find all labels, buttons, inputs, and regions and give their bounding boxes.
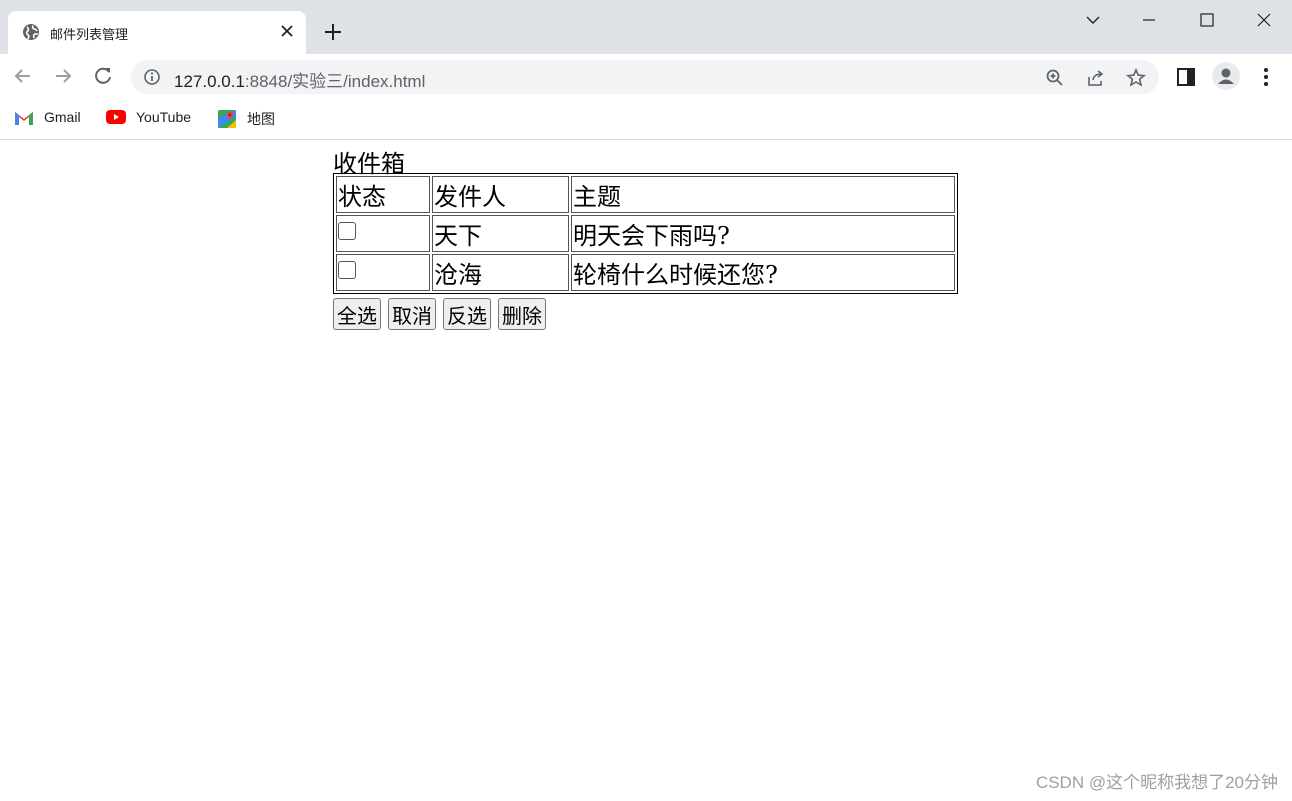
site-info-icon[interactable]: [143, 68, 161, 86]
watermark: CSDN @这个昵称我想了20分钟: [1035, 773, 1278, 792]
subject-cell: 明天会下雨吗?: [571, 215, 955, 252]
browser-tab[interactable]: 邮件列表管理: [8, 11, 306, 54]
profile-avatar[interactable]: [1212, 62, 1240, 90]
share-icon[interactable]: [1086, 68, 1106, 88]
person-icon: [1218, 68, 1234, 84]
cancel-button[interactable]: 取消: [388, 298, 436, 330]
browser-toolbar: 127.0.0.1:8848/实验三/index.html: [0, 54, 1292, 100]
bookmarks-bar: Gmail YouTube 地图: [0, 100, 1292, 140]
bookmark-maps[interactable]: 地图: [218, 108, 283, 130]
chevron-down-icon: [1086, 16, 1100, 24]
mail-table: 状态 发件人 主题 天下 明天会下雨吗? 沧海 轮椅什么时候还您?: [333, 173, 958, 294]
table-header-row: 状态 发件人 主题: [336, 176, 955, 213]
url-path: :8848/实验三/index.html: [244, 72, 426, 91]
bookmark-gmail[interactable]: Gmail: [14, 108, 89, 130]
youtube-icon: [106, 110, 126, 124]
globe-icon: [23, 24, 39, 40]
close-tab-icon[interactable]: [277, 21, 297, 41]
bookmark-label: YouTube: [136, 109, 192, 125]
table-row: 沧海 轮椅什么时候还您?: [336, 254, 955, 291]
tab-search-button[interactable]: [1070, 0, 1116, 40]
bookmark-label: 地图: [247, 111, 275, 127]
subject-cell: 轮椅什么时候还您?: [571, 254, 955, 291]
url-text[interactable]: 127.0.0.1:8848/实验三/index.html: [174, 67, 425, 92]
reload-icon[interactable]: [91, 64, 115, 88]
url-host: 127.0.0.1: [174, 72, 245, 91]
row-checkbox[interactable]: [338, 221, 356, 240]
bookmark-label: Gmail: [44, 109, 81, 125]
minimize-icon: [1143, 19, 1155, 21]
bookmark-star-icon[interactable]: [1126, 68, 1146, 88]
tab-title: 邮件列表管理: [50, 28, 129, 43]
sender-cell: 沧海: [432, 254, 569, 291]
row-checkbox[interactable]: [338, 260, 356, 279]
table-row: 天下 明天会下雨吗?: [336, 215, 955, 252]
address-bar[interactable]: 127.0.0.1:8848/实验三/index.html: [131, 60, 1159, 94]
bookmark-youtube[interactable]: YouTube: [106, 108, 201, 130]
status-cell: [336, 254, 430, 291]
gmail-icon: [15, 112, 33, 125]
tab-strip: 邮件列表管理: [0, 0, 1292, 54]
close-icon: [1257, 13, 1271, 27]
column-header-sender: 发件人: [432, 176, 569, 213]
column-header-status: 状态: [336, 176, 430, 213]
maps-icon: [218, 110, 236, 128]
column-header-subject: 主题: [571, 176, 955, 213]
side-panel-icon[interactable]: [1175, 66, 1197, 88]
back-icon[interactable]: [11, 64, 35, 88]
close-window-button[interactable]: [1241, 0, 1287, 40]
forward-icon[interactable]: [51, 64, 75, 88]
new-tab-icon[interactable]: [322, 21, 344, 43]
menu-kebab-icon[interactable]: [1255, 66, 1277, 88]
invert-selection-button[interactable]: 反选: [443, 298, 491, 330]
zoom-icon[interactable]: [1045, 68, 1065, 88]
select-all-button[interactable]: 全选: [333, 298, 381, 330]
delete-button[interactable]: 删除: [498, 298, 546, 330]
status-cell: [336, 215, 430, 252]
maximize-icon: [1200, 13, 1214, 27]
sender-cell: 天下: [432, 215, 569, 252]
minimize-button[interactable]: [1126, 0, 1172, 40]
page-content: 收件箱 状态 发件人 主题 天下 明天会下雨吗? 沧海 轮椅什么时候还您? 全选…: [0, 140, 1292, 801]
maximize-button[interactable]: [1184, 0, 1230, 40]
